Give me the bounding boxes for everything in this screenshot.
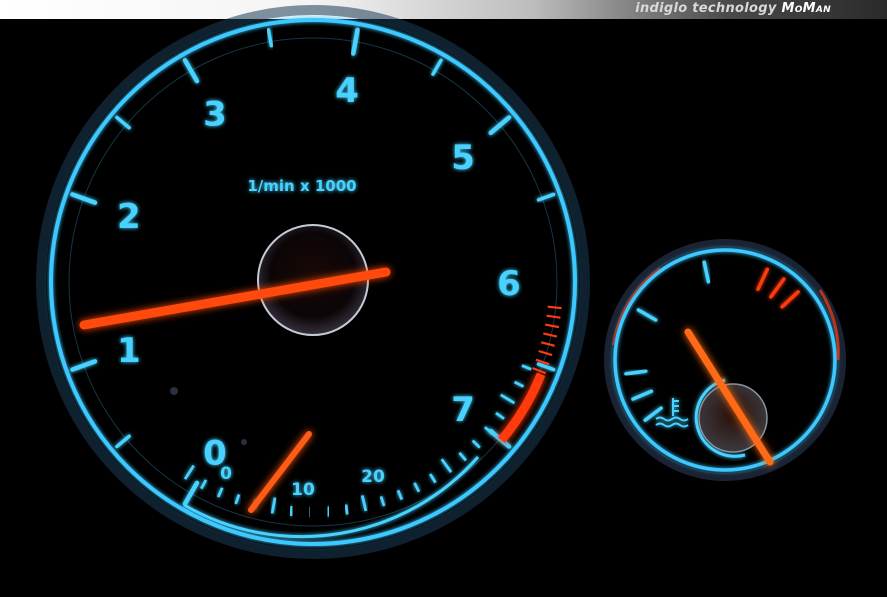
economy-tick [199, 479, 208, 490]
rpm-tick [182, 480, 200, 506]
rpm-tick [70, 359, 98, 372]
temperature-tick [756, 267, 770, 292]
temperature-tick [631, 389, 654, 401]
instrument-cluster: 01234567 1/min x 1000 0 10 20 [36, 5, 846, 559]
economy-label-0: 0 [220, 464, 232, 484]
redline-tick [543, 332, 558, 338]
rpm-tick [266, 28, 274, 48]
rpm-label-7: 7 [451, 390, 475, 430]
economy-tick [440, 458, 453, 473]
economy-tick [513, 380, 525, 388]
economy-tick [471, 439, 481, 449]
unit-label: 1/min x 1000 [247, 177, 356, 195]
economy-tick [458, 451, 467, 462]
coolant-temperature-icon [655, 398, 689, 428]
redline-tick [544, 323, 560, 329]
rpm-tick [488, 115, 512, 136]
redline-tick [540, 341, 555, 347]
tachometer: 01234567 1/min x 1000 0 10 20 [36, 5, 590, 559]
rpm-tick [182, 58, 200, 84]
temperature-tick [780, 290, 800, 309]
rpm-tick [351, 27, 360, 56]
tachometer-reset-knob [170, 387, 178, 395]
temperature-tick [636, 308, 658, 322]
redline-tick [546, 314, 561, 319]
rpm-tick [115, 115, 131, 130]
rpm-label-4: 4 [335, 71, 359, 111]
redline-tick [547, 305, 562, 310]
rpm-tick [115, 434, 131, 449]
temperature-tick [702, 260, 711, 284]
economy-tick [326, 506, 330, 517]
rpm-label-3: 3 [203, 94, 227, 134]
economy-tick [413, 482, 421, 493]
economy-label-20: 20 [361, 467, 385, 487]
economy-tick [344, 504, 349, 515]
rpm-tick [70, 192, 98, 205]
economy-tick [289, 505, 294, 517]
temperature-tick [624, 369, 648, 376]
economy-tick [499, 393, 516, 405]
rpm-label-5: 5 [451, 138, 475, 178]
temperature-tick [769, 277, 786, 299]
temperature-gauge [604, 239, 846, 481]
economy-tick [495, 411, 505, 420]
economy-label-10: 10 [291, 480, 315, 500]
economy-tick [521, 364, 532, 371]
economy-tick [379, 496, 386, 507]
rpm-label-1: 1 [117, 331, 141, 371]
redline-tick [538, 349, 553, 357]
economy-pivot-dot [241, 439, 247, 445]
economy-tick [396, 489, 404, 501]
economy-tick [270, 497, 277, 514]
economy-tick [183, 464, 195, 480]
economy-tick [234, 494, 241, 505]
rpm-label-6: 6 [497, 264, 521, 304]
rpm-label-2: 2 [117, 197, 141, 237]
economy-tick [429, 473, 437, 484]
economy-tick [216, 487, 224, 498]
economy-tick [360, 495, 368, 512]
